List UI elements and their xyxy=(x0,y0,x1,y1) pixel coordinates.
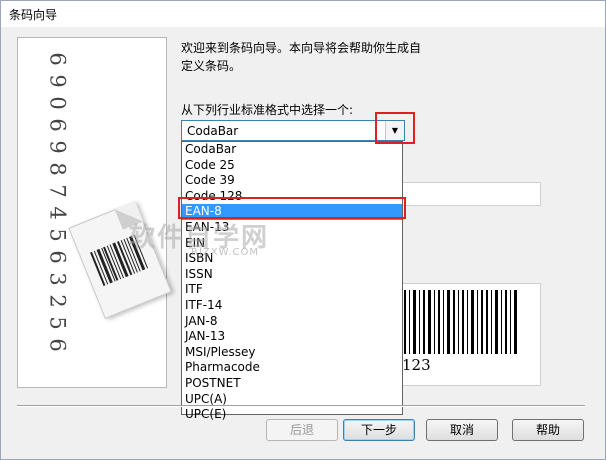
barcode-digit: 6 xyxy=(46,118,70,132)
barcode-digits: 6 9 0 6 9 8 7 4 5 6 3 2 5 6 xyxy=(38,48,78,352)
format-option[interactable]: MSI/Plessey xyxy=(182,345,402,361)
illustration-panel: 6 9 0 6 9 8 7 4 5 6 3 2 5 6 xyxy=(17,37,172,388)
window-title: 条码向导 xyxy=(9,8,58,22)
format-option[interactable]: JAN-8 xyxy=(182,314,402,330)
barcode-digit: 4 xyxy=(46,206,70,220)
barcode-digit: 7 xyxy=(46,184,70,198)
barcode-preview: 123 xyxy=(401,283,541,386)
format-option[interactable]: EAN-8 xyxy=(182,204,402,220)
barcode-digit: 9 xyxy=(46,140,70,154)
format-option[interactable]: ITF xyxy=(182,282,402,298)
format-option[interactable]: EAN-13 xyxy=(182,220,402,236)
barcode-page-icon xyxy=(68,201,172,319)
page-fold xyxy=(114,201,144,230)
intro-text: 欢迎来到条码向导。本向导将会帮助你生成自定义条码。 xyxy=(181,41,422,73)
chevron-down-icon[interactable]: ▼ xyxy=(385,121,404,140)
barcode-digit: 9 xyxy=(46,74,70,88)
format-select-label: 从下列行业标准格式中选择一个: xyxy=(181,103,354,117)
title-bar: 条码向导 xyxy=(1,1,605,27)
cancel-button[interactable]: 取消 xyxy=(426,419,498,441)
barcode-digit: 6 xyxy=(46,52,70,66)
help-button[interactable]: 帮助 xyxy=(512,419,584,441)
barcode-wizard-dialog: 条码向导 6 9 0 6 9 8 7 4 5 6 3 2 5 6 欢迎来到条码向导。本向导将会帮助你生成自… xyxy=(0,0,606,460)
data-input[interactable] xyxy=(401,182,541,206)
preview-text: 123 xyxy=(402,356,431,374)
format-select-value: CodaBar xyxy=(187,124,239,138)
barcode-digit: 5 xyxy=(46,316,70,330)
barcode-digit: 6 xyxy=(46,338,70,352)
page-barcode-icon xyxy=(90,234,149,287)
barcode-digit: 2 xyxy=(46,294,70,308)
back-button[interactable]: 后退 xyxy=(266,419,338,441)
format-option[interactable]: ITF-14 xyxy=(182,298,402,314)
barcode-digit: 5 xyxy=(46,228,70,242)
format-option[interactable]: JAN-13 xyxy=(182,329,402,345)
format-option[interactable]: EIN xyxy=(182,236,402,252)
barcode-digit: 8 xyxy=(46,162,70,176)
format-dropdown-list[interactable]: CodaBar Code 25 Code 39 Code 128 EAN-8 EAN-13… xyxy=(181,141,403,421)
format-option[interactable]: Code 39 xyxy=(182,173,402,189)
format-option[interactable]: ISSN xyxy=(182,267,402,283)
format-option[interactable]: Code 128 xyxy=(182,189,402,205)
format-option[interactable]: Pharmacode xyxy=(182,360,402,376)
preview-barcode-bars xyxy=(404,290,520,354)
format-option[interactable]: POSTNET xyxy=(182,376,402,392)
format-option[interactable]: CodaBar xyxy=(182,142,402,158)
format-option[interactable]: Code 25 xyxy=(182,158,402,174)
next-button[interactable]: 下一步 xyxy=(343,419,415,441)
barcode-digit: 0 xyxy=(46,96,70,110)
format-option[interactable]: ISBN xyxy=(182,251,402,267)
separator xyxy=(17,405,585,407)
barcode-digit: 6 xyxy=(46,250,70,264)
format-select[interactable]: CodaBar ▼ xyxy=(181,120,405,141)
barcode-digit: 3 xyxy=(46,272,70,286)
